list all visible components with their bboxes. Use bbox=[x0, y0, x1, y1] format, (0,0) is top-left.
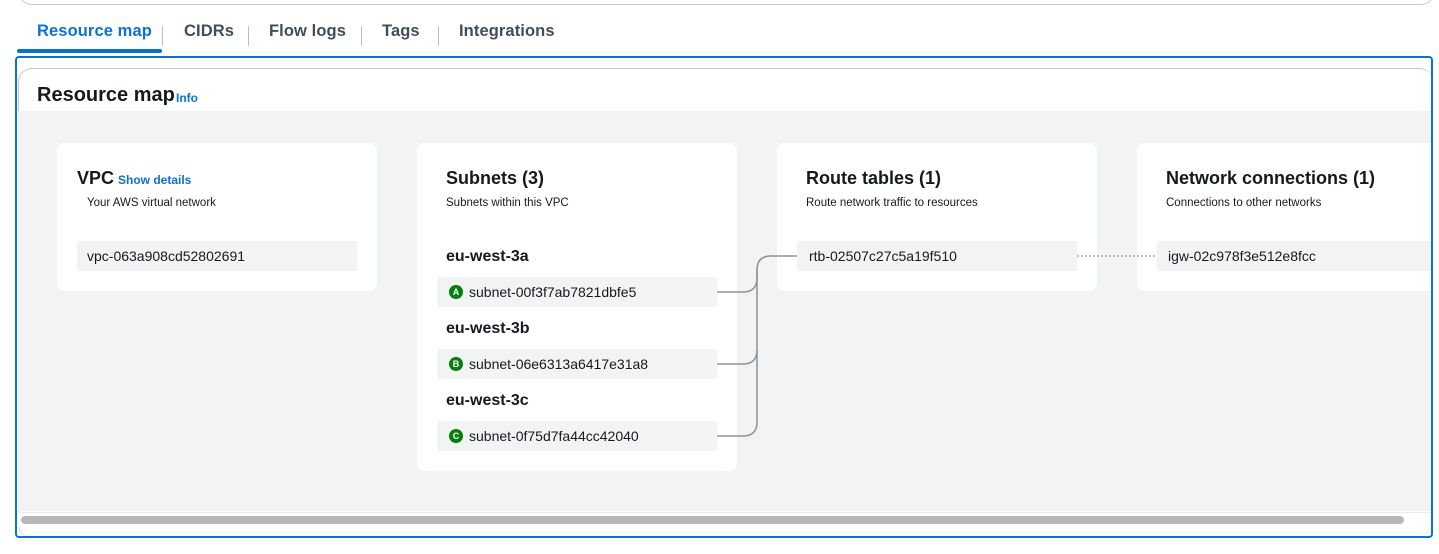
focus-outline bbox=[15, 56, 1433, 538]
tab-flow-logs[interactable]: Flow logs bbox=[269, 22, 346, 52]
tab-tags[interactable]: Tags bbox=[382, 22, 420, 52]
top-container-edge bbox=[18, 0, 1435, 5]
tab-divider bbox=[438, 26, 439, 46]
tab-divider bbox=[361, 26, 362, 46]
active-tab-indicator bbox=[17, 49, 162, 53]
tab-divider bbox=[248, 26, 249, 46]
tab-integrations[interactable]: Integrations bbox=[459, 22, 555, 52]
tab-resource-map[interactable]: Resource map bbox=[37, 22, 152, 52]
tab-cidrs[interactable]: CIDRs bbox=[184, 22, 234, 52]
tab-divider bbox=[162, 26, 163, 46]
